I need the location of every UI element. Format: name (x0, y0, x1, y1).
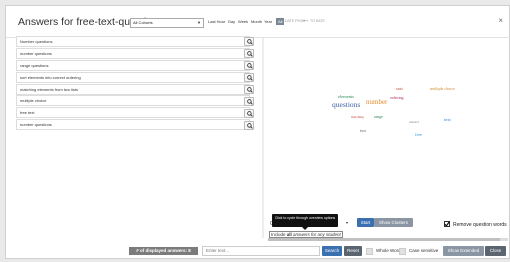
case-sensitive-checkbox[interactable] (399, 248, 406, 255)
date-arrow: ⟶ (303, 19, 309, 23)
cloud-word: sort (396, 86, 403, 91)
start-button[interactable]: Start (357, 218, 374, 227)
magnifier-icon (247, 39, 253, 45)
scrollbar-thumb[interactable] (268, 238, 500, 241)
cloud-word: questions (332, 100, 361, 109)
cloud-word: text (444, 117, 451, 122)
tooltip-arrow (302, 227, 308, 230)
zoom-button[interactable] (244, 49, 254, 58)
cohort-select[interactable]: All Cohorts ▼ (130, 18, 204, 28)
search-input[interactable]: Enter text... (202, 246, 320, 256)
close-icon[interactable]: × (498, 16, 503, 25)
reset-button[interactable]: Reset (344, 246, 362, 256)
remove-question-words-label: Remove question words (453, 222, 507, 228)
question-list: Number questions number questions range … (16, 36, 256, 131)
horizontal-scrollbar[interactable] (268, 238, 508, 241)
date-to[interactable]: TO DATE (310, 19, 325, 23)
checkbox-checked-icon[interactable] (444, 221, 450, 227)
footer: # of displayed answers: 8 Enter text... … (6, 243, 510, 260)
cohort-select-value: All Cohorts (133, 20, 153, 25)
question-row[interactable]: multiple choice (16, 95, 250, 107)
question-row[interactable]: sort elements into correct ordering (16, 71, 250, 83)
tooltip: Click to cycle through overview options (272, 214, 338, 230)
question-label: number questions (20, 50, 52, 56)
search-button[interactable]: Search (322, 246, 342, 256)
question-row[interactable]: free text (16, 107, 250, 119)
answer-count-badge: # of displayed answers: 8 (129, 247, 198, 255)
question-label: free text (20, 110, 35, 116)
show-clusters-button[interactable]: Show Clusters (374, 218, 413, 227)
timeframe-last-hour[interactable]: Last Hour (208, 19, 225, 24)
whole-word-label: Whole Word (376, 248, 401, 253)
clusters-count-select[interactable]: ▾ (346, 220, 356, 228)
case-sensitive-label: Case sensitive (409, 248, 439, 253)
remove-question-words-toggle[interactable]: Remove question words (444, 220, 507, 228)
include-all-note: Include all answers for any student (269, 231, 343, 238)
include-pre: Include (271, 232, 287, 237)
chevron-down-icon: ▼ (197, 20, 201, 25)
cloud-word: correct (409, 120, 419, 124)
tooltip-text: Click to cycle through overview options (274, 216, 336, 220)
modal-header: Answers for free-text-question-1 All Coh… (6, 6, 510, 38)
answers-modal: Answers for free-text-question-1 All Coh… (5, 5, 510, 259)
zoom-button[interactable] (244, 73, 254, 82)
timeframe-year[interactable]: Year (264, 19, 272, 24)
cloud-word: free (415, 132, 422, 137)
question-row[interactable]: range questions (16, 59, 250, 71)
question-label: sort elements into correct ordering (20, 74, 81, 80)
zoom-button[interactable] (244, 61, 254, 70)
zoom-button[interactable] (244, 121, 254, 130)
zoom-button[interactable] (244, 97, 254, 106)
question-label: multiple choice (20, 98, 47, 104)
close-button[interactable]: Close (485, 246, 506, 256)
magnifier-icon (247, 99, 253, 105)
cloud-word: multiple choice (430, 86, 455, 91)
question-label: number questions (20, 122, 52, 128)
cloud-word: elements (338, 94, 354, 99)
magnifier-icon (247, 123, 253, 129)
cloud-word: two (360, 128, 366, 133)
timeframe-month[interactable]: Month (251, 19, 262, 24)
word-cloud: sort multiple choice elements number ord… (264, 36, 509, 236)
magnifier-icon (247, 51, 253, 57)
whole-word-checkbox[interactable] (366, 248, 373, 255)
magnifier-icon (247, 63, 253, 69)
question-label: matching elements from two lists (20, 86, 79, 92)
cloud-word: ordering (390, 95, 404, 100)
show-extended-button[interactable]: Show Extended (443, 246, 484, 256)
zoom-button[interactable] (244, 85, 254, 94)
magnifier-icon (247, 75, 253, 81)
zoom-button[interactable] (244, 109, 254, 118)
question-row[interactable]: number questions (16, 47, 250, 59)
timeframe-week[interactable]: Week (238, 19, 248, 24)
cloud-word: matching (351, 115, 365, 119)
cloud-word: range (374, 114, 383, 119)
magnifier-icon (247, 87, 253, 93)
include-post: answers for any student (291, 232, 341, 237)
question-label: Number questions (20, 39, 53, 44)
zoom-button[interactable] (244, 37, 254, 46)
question-row[interactable]: matching elements from two lists (16, 83, 250, 95)
question-row[interactable]: number questions (16, 119, 250, 131)
magnifier-icon (247, 111, 253, 117)
question-label: range questions (20, 62, 49, 68)
timeframe-all[interactable]: All (276, 18, 285, 25)
timeframe-day[interactable]: Day (228, 19, 235, 24)
cloud-word: number (366, 98, 388, 106)
question-row[interactable]: Number questions (16, 36, 250, 47)
